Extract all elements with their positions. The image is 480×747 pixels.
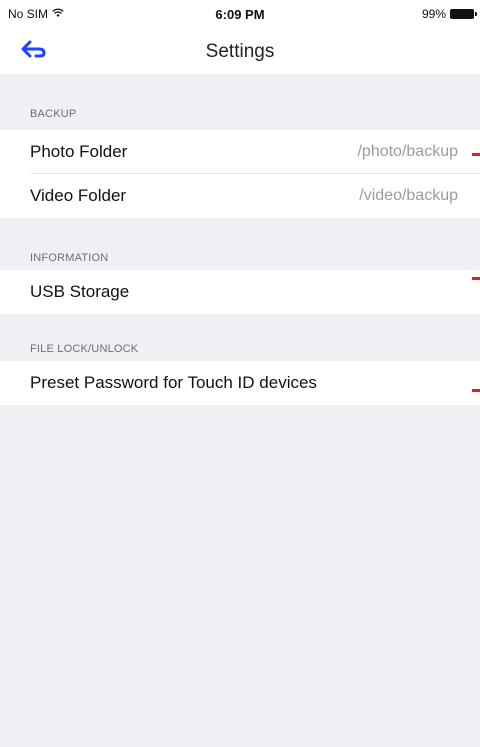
status-right: 99% <box>421 7 477 21</box>
section-header-label: INFORMATION <box>30 252 109 264</box>
group-information: USB Storage <box>0 270 480 314</box>
section-header-file-lock: FILE LOCK/UNLOCK <box>0 309 480 365</box>
row-value: /video/backup <box>359 187 458 204</box>
status-bar: No SIM 6:09 PM 99% <box>0 0 480 30</box>
section-header-information: INFORMATION <box>0 218 480 274</box>
edge-marker <box>472 389 480 392</box>
row-video-folder[interactable]: Video Folder /video/backup <box>0 174 480 218</box>
group-backup: Photo Folder /photo/backup Video Folder … <box>0 130 480 218</box>
battery-icon <box>450 9 477 19</box>
row-photo-folder[interactable]: Photo Folder /photo/backup <box>0 130 480 174</box>
section-header-label: BACKUP <box>30 108 77 120</box>
section-header-backup: BACKUP <box>0 74 480 130</box>
row-preset-password[interactable]: Preset Password for Touch ID devices <box>0 361 480 405</box>
row-value: /photo/backup <box>357 143 458 160</box>
section-header-label: FILE LOCK/UNLOCK <box>30 343 139 355</box>
battery-percent: 99% <box>421 7 446 21</box>
row-label: Video Folder <box>30 186 127 205</box>
row-label: Preset Password for Touch ID devices <box>30 373 317 392</box>
navigation-bar: Settings <box>0 30 480 74</box>
status-time: 6:09 PM <box>215 7 265 22</box>
row-label: Photo Folder <box>30 142 128 161</box>
group-file-lock: Preset Password for Touch ID devices <box>0 361 480 405</box>
edge-marker <box>472 153 480 156</box>
row-usb-storage[interactable]: USB Storage <box>0 270 480 314</box>
edge-marker <box>472 277 480 280</box>
row-label: USB Storage <box>30 282 130 301</box>
page-title: Settings <box>205 41 275 62</box>
